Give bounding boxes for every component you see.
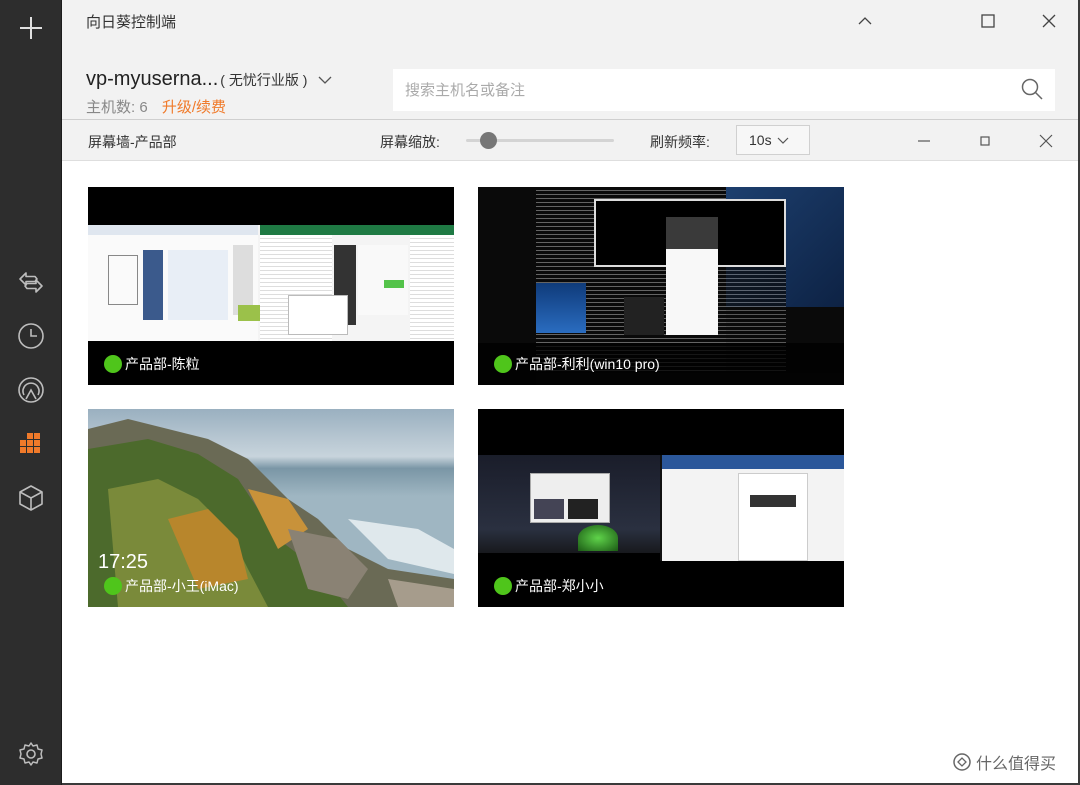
maximize-button[interactable] [971,6,1005,36]
screen-wall-icon [20,433,40,453]
wall-close-button[interactable] [1031,126,1061,156]
screen-thumbnail [478,455,844,561]
maximize-icon [980,136,990,146]
host-name: 产品部-利利(win10 pro) [515,356,660,372]
sidebar-item-plugins[interactable] [13,480,49,516]
collapse-button[interactable] [848,6,882,36]
sidebar-item-discovery[interactable] [13,372,49,408]
host-count-value: 6 [139,99,148,116]
sidebar-item-remote-control[interactable] [13,264,49,300]
chevron-down-icon [777,137,789,144]
host-caption: 产品部-陈粒 [88,343,454,385]
settings-icon [19,742,43,766]
chevron-up-icon [858,17,872,25]
account-selector[interactable]: vp-myuserna... ( 无忧行业版 ) [86,68,333,91]
history-icon [18,323,44,349]
online-status-icon [494,355,512,373]
settings-button[interactable] [13,736,49,772]
close-icon [1042,14,1056,28]
screen-wall-window: 屏幕墙-产品部 屏幕缩放: 刷新频率: 10s 产品部-陈粒 产品部-利利(wi… [62,119,1078,783]
wall-minimize-button[interactable] [909,126,939,156]
app-title: 向日葵控制端 [86,14,177,31]
close-icon [1039,134,1053,148]
sidebar [0,0,62,785]
online-status-icon [104,577,122,595]
screen-wall-toolbar: 屏幕墙-产品部 屏幕缩放: 刷新频率: 10s [62,120,1078,161]
wall-maximize-button[interactable] [970,126,1000,156]
watermark: 什么值得买 [952,750,1056,774]
minimize-icon [918,140,930,142]
online-status-icon [104,355,122,373]
host-tile[interactable]: 17:25 产品部-小王(iMac) [88,409,454,607]
watermark-text: 什么值得买 [976,756,1057,773]
host-tile[interactable]: 产品部-利利(win10 pro) [478,187,844,385]
sidebar-item-screen-wall[interactable] [13,426,49,462]
host-tile[interactable]: 产品部-郑小小 [478,409,844,607]
host-tile[interactable]: 产品部-陈粒 [88,187,454,385]
screen-thumbnail [88,225,454,341]
account-name: vp-myuserna... [86,68,219,90]
host-name: 产品部-陈粒 [125,356,200,372]
zoom-slider-thumb[interactable] [480,132,498,149]
sidebar-item-history[interactable] [13,318,49,354]
refresh-rate-value: 10s [749,132,772,148]
upgrade-link[interactable]: 升级/续费 [162,99,226,116]
close-button[interactable] [1032,6,1066,36]
chevron-down-icon [318,76,332,84]
remote-control-icon [19,272,43,293]
account-edition: ( 无忧行业版 ) [220,71,308,88]
zoom-slider[interactable] [466,132,614,149]
search-input[interactable] [393,69,1055,111]
maximize-icon [981,14,995,28]
plugin-box-icon [19,485,43,511]
host-caption: 产品部-利利(win10 pro) [478,343,844,385]
host-caption: 产品部-郑小小 [478,565,844,607]
host-name: 产品部-小王(iMac) [125,578,239,594]
add-host-button[interactable] [13,10,49,46]
discovery-icon [18,377,44,403]
search-icon[interactable] [1020,77,1044,101]
host-count-label: 主机数: [86,99,136,116]
watermark-logo-icon [953,753,971,771]
main-window: 向日葵控制端 vp-myuserna... ( 无忧行业版 ) 主机数: 6 升… [62,0,1080,785]
plus-icon [20,17,42,39]
host-name: 产品部-郑小小 [515,578,604,594]
zoom-label: 屏幕缩放: [380,134,440,150]
online-status-icon [494,577,512,595]
host-caption: 产品部-小王(iMac) [88,565,454,607]
host-count: 主机数: 6 升级/续费 [86,96,226,117]
refresh-rate-select[interactable]: 10s [736,125,810,155]
screen-wall-title: 屏幕墙-产品部 [88,134,177,150]
refresh-label: 刷新频率: [650,134,710,150]
